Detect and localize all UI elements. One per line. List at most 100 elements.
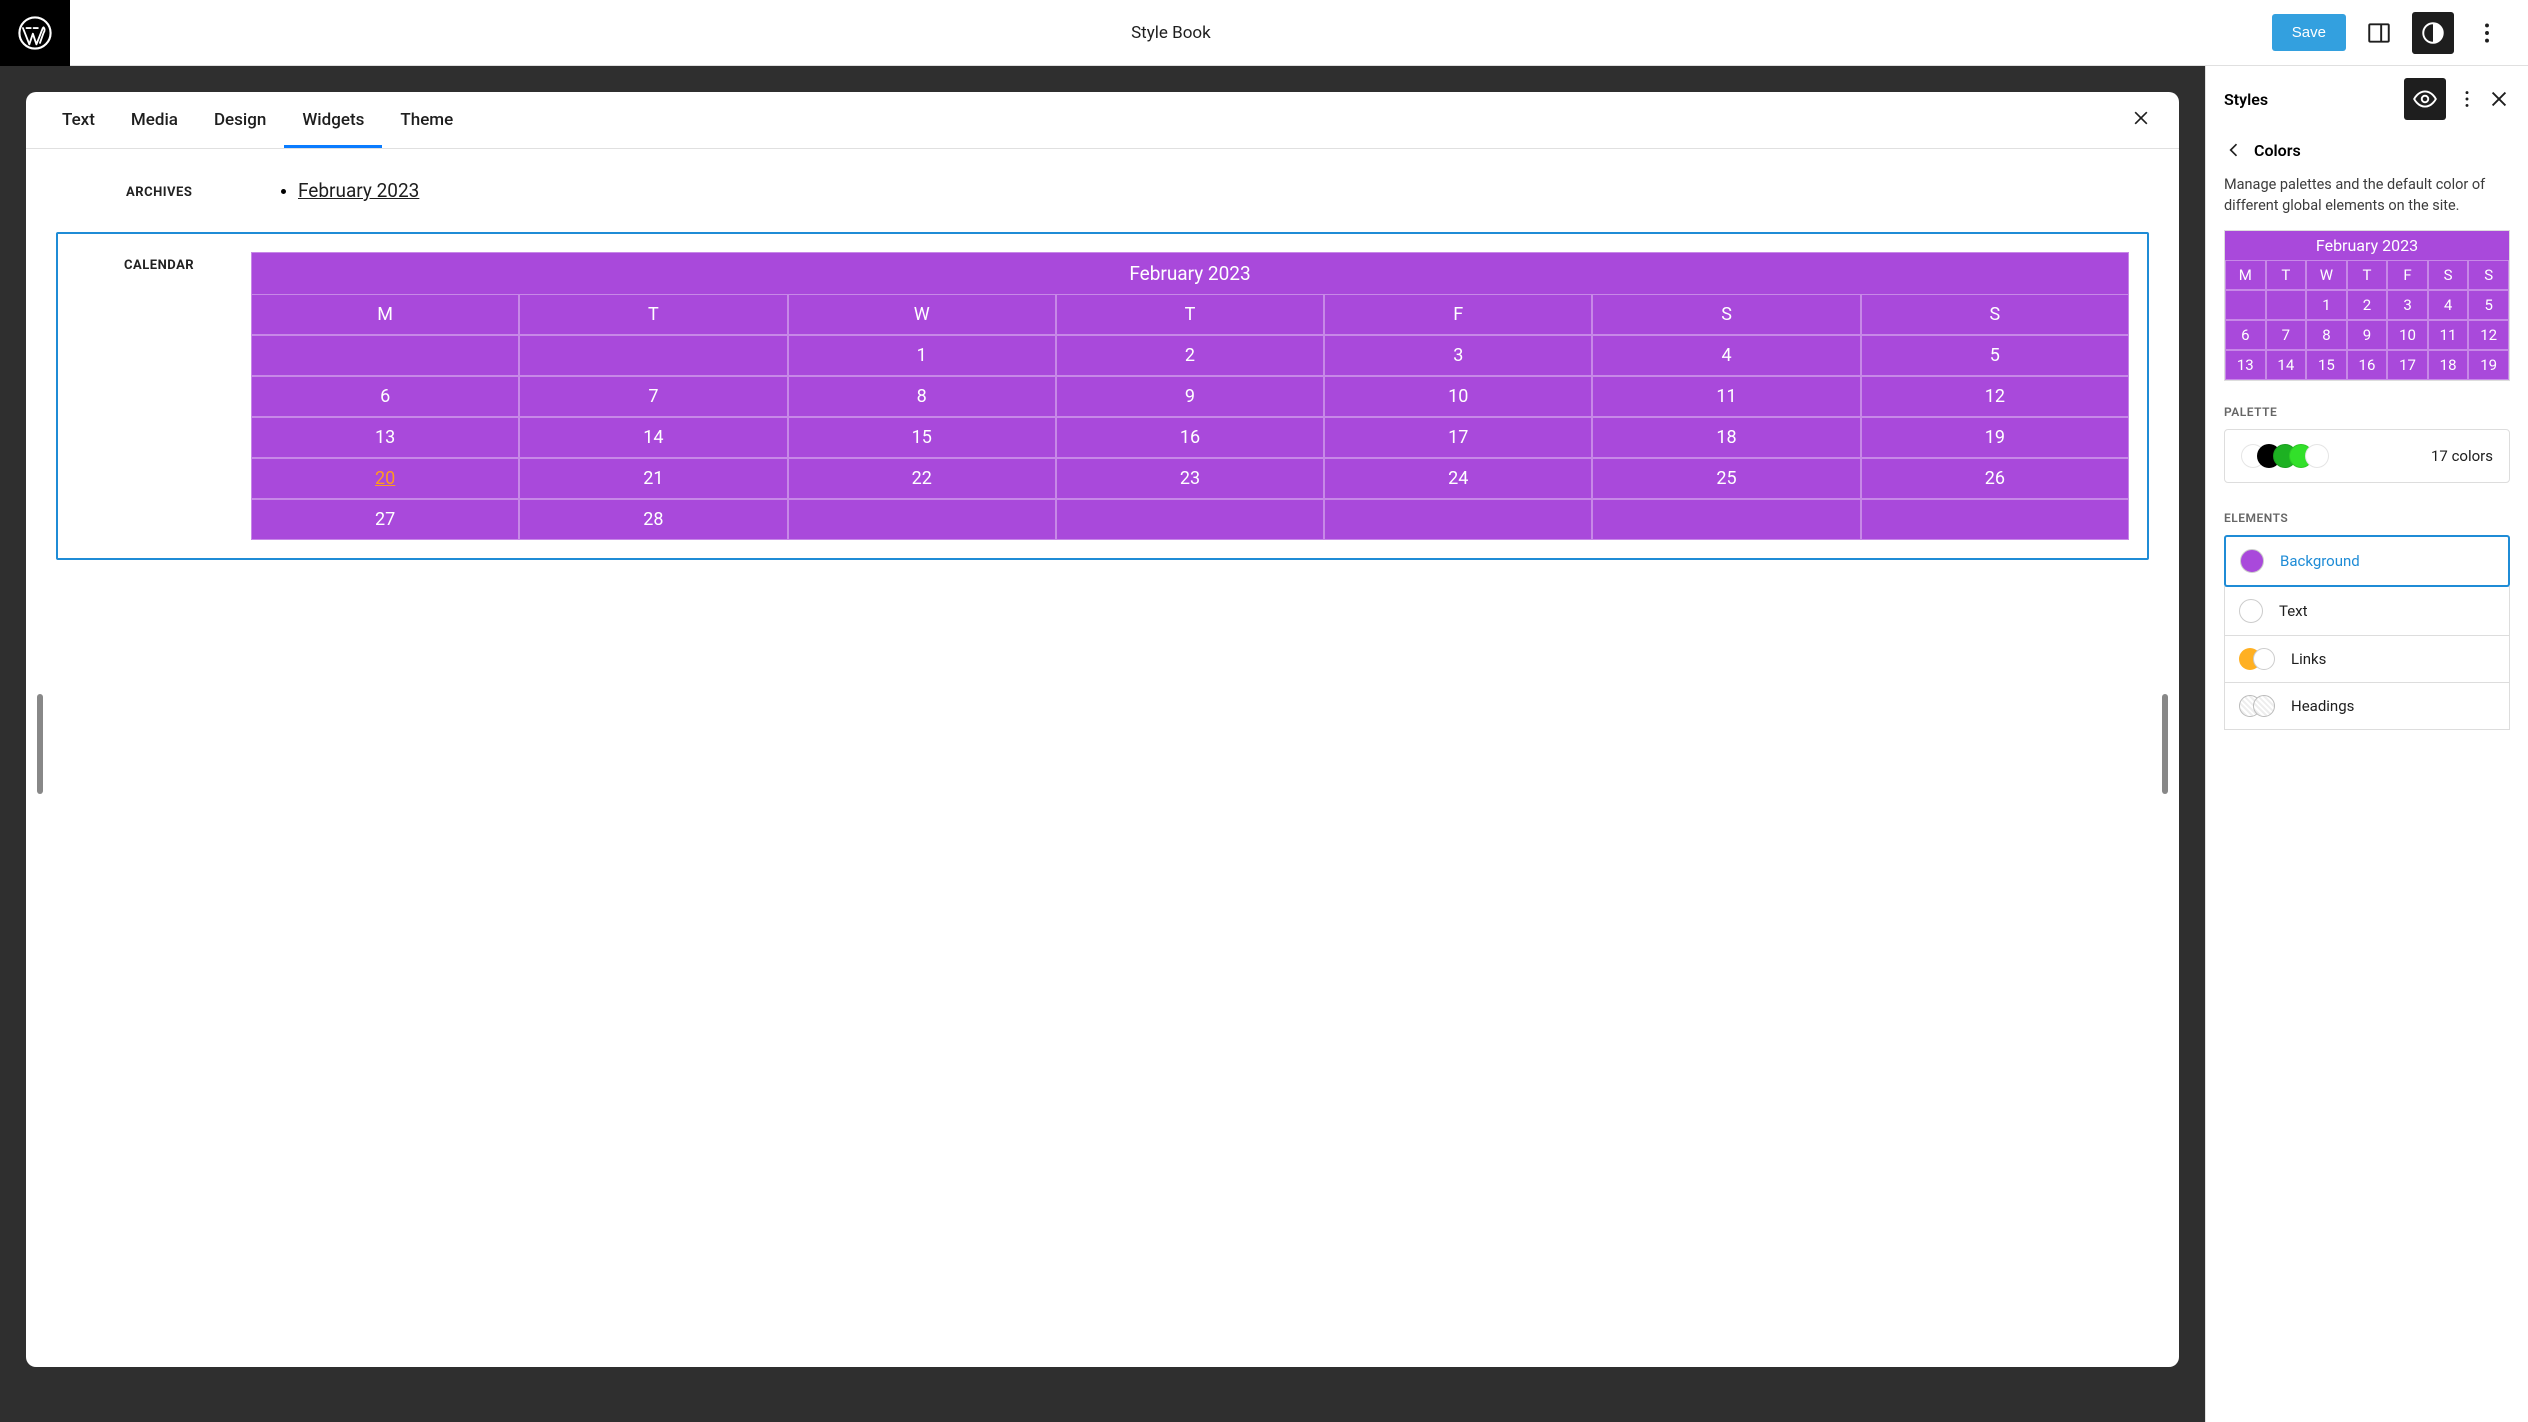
- color-preview: February 2023MTWTFSS12345678910111213141…: [2224, 230, 2510, 381]
- calendar-cell: 14: [2266, 350, 2307, 380]
- archives-label: ARCHIVES: [56, 179, 236, 202]
- calendar-cell: 17: [2387, 350, 2428, 380]
- calendar-cell: 11: [2428, 320, 2469, 350]
- calendar-cell: 19: [2468, 350, 2509, 380]
- calendar-cell: 2: [1056, 335, 1324, 376]
- calendar-cell: 23: [1056, 458, 1324, 499]
- calendar-cell: 11: [1592, 376, 1860, 417]
- calendar-cell: [1592, 499, 1860, 540]
- styles-toggle-icon[interactable]: [2412, 12, 2454, 54]
- calendar-cell: 18: [1592, 417, 1860, 458]
- calendar-caption: February 2023: [251, 252, 2129, 294]
- tab-text[interactable]: Text: [44, 92, 113, 148]
- calendar-cell: [2266, 290, 2307, 320]
- element-background[interactable]: Background: [2224, 535, 2510, 587]
- calendar-block[interactable]: CALENDAR February 2023MTWTFSS12345678910…: [56, 232, 2149, 560]
- sidebar-toggle-icon[interactable]: [2358, 12, 2400, 54]
- calendar-cell: 28: [519, 499, 787, 540]
- calendar-caption: February 2023: [2225, 231, 2509, 260]
- calendar-cell: 10: [2387, 320, 2428, 350]
- calendar-cell: 16: [2347, 350, 2388, 380]
- calendar-label: CALENDAR: [76, 252, 226, 540]
- calendar-cell: [251, 335, 519, 376]
- archive-link[interactable]: February 2023: [298, 179, 419, 202]
- sidebar-more-icon[interactable]: [2456, 88, 2478, 110]
- sidebar-close-icon[interactable]: [2488, 88, 2510, 110]
- archives-section: ARCHIVES February 2023: [56, 179, 2149, 202]
- calendar-cell: 8: [2306, 320, 2347, 350]
- calendar-cell: 6: [251, 376, 519, 417]
- calendar-cell: 7: [519, 376, 787, 417]
- calendar-cell: 22: [788, 458, 1056, 499]
- breadcrumb[interactable]: Colors: [2206, 132, 2528, 174]
- canvas-area: TextMediaDesignWidgetsTheme ARCHIVES Feb…: [0, 66, 2205, 1422]
- palette-label: PALETTE: [2206, 395, 2528, 429]
- calendar-cell: [1056, 499, 1324, 540]
- archive-item: February 2023: [298, 179, 2109, 202]
- sidebar-title: Styles: [2224, 90, 2394, 109]
- tab-design[interactable]: Design: [196, 92, 284, 148]
- calendar-day-header: W: [2306, 260, 2347, 290]
- more-options-icon[interactable]: [2466, 12, 2508, 54]
- calendar-day-header: M: [2225, 260, 2266, 290]
- calendar-cell: 24: [1324, 458, 1592, 499]
- element-swatch: [2239, 648, 2275, 670]
- calendar-cell: 18: [2428, 350, 2469, 380]
- calendar-day-header: T: [519, 294, 787, 335]
- style-book-preview-icon[interactable]: [2404, 78, 2446, 120]
- calendar-day-header: T: [1056, 294, 1324, 335]
- calendar-cell: 3: [2387, 290, 2428, 320]
- calendar-day-header: F: [1324, 294, 1592, 335]
- styles-sidebar: Styles Colors Manage palettes and the de…: [2205, 66, 2528, 1422]
- element-swatch: [2239, 599, 2263, 623]
- tab-widgets[interactable]: Widgets: [284, 92, 382, 148]
- calendar-cell: [788, 499, 1056, 540]
- calendar-cell: 14: [519, 417, 787, 458]
- tab-media[interactable]: Media: [113, 92, 196, 148]
- calendar-cell: 6: [2225, 320, 2266, 350]
- tab-theme[interactable]: Theme: [382, 92, 471, 148]
- calendar-cell: 5: [1861, 335, 2129, 376]
- calendar-cell: 9: [1056, 376, 1324, 417]
- calendar-cell: 1: [2306, 290, 2347, 320]
- element-links[interactable]: Links: [2224, 635, 2510, 683]
- calendar-day-header: S: [1861, 294, 2129, 335]
- elements-label: ELEMENTS: [2206, 501, 2528, 535]
- calendar-cell: 20: [251, 458, 519, 499]
- calendar-cell: 10: [1324, 376, 1592, 417]
- calendar-cell: 13: [251, 417, 519, 458]
- calendar-cell: 3: [1324, 335, 1592, 376]
- palette-button[interactable]: 17 colors: [2224, 429, 2510, 483]
- calendar-link[interactable]: 20: [375, 468, 395, 489]
- wordpress-logo[interactable]: [0, 0, 70, 66]
- element-name: Text: [2279, 602, 2308, 620]
- calendar-day-header: T: [2347, 260, 2388, 290]
- palette-count: 17 colors: [2431, 447, 2493, 465]
- calendar-day-header: S: [1592, 294, 1860, 335]
- calendar-cell: 9: [2347, 320, 2388, 350]
- calendar-cell: [1324, 499, 1592, 540]
- calendar-cell: 13: [2225, 350, 2266, 380]
- close-stylebook-icon[interactable]: [2121, 98, 2161, 142]
- calendar-cell: 16: [1056, 417, 1324, 458]
- palette-swatch: [2305, 444, 2329, 468]
- calendar-cell: 4: [2428, 290, 2469, 320]
- element-name: Links: [2291, 650, 2326, 668]
- calendar-cell: [2225, 290, 2266, 320]
- calendar-cell: 12: [1861, 376, 2129, 417]
- page-title: Style Book: [70, 23, 2272, 43]
- element-text[interactable]: Text: [2224, 586, 2510, 636]
- calendar-cell: 17: [1324, 417, 1592, 458]
- top-bar: Style Book Save: [0, 0, 2528, 66]
- calendar-cell: 21: [519, 458, 787, 499]
- crumb-title: Colors: [2254, 141, 2301, 160]
- calendar-cell: 8: [788, 376, 1056, 417]
- element-swatch: [2239, 695, 2275, 717]
- calendar-day-header: W: [788, 294, 1056, 335]
- save-button[interactable]: Save: [2272, 14, 2346, 51]
- element-headings[interactable]: Headings: [2224, 682, 2510, 730]
- resize-handle-left[interactable]: [37, 694, 43, 794]
- resize-handle-right[interactable]: [2162, 694, 2168, 794]
- calendar-cell: 25: [1592, 458, 1860, 499]
- element-name: Background: [2280, 552, 2360, 570]
